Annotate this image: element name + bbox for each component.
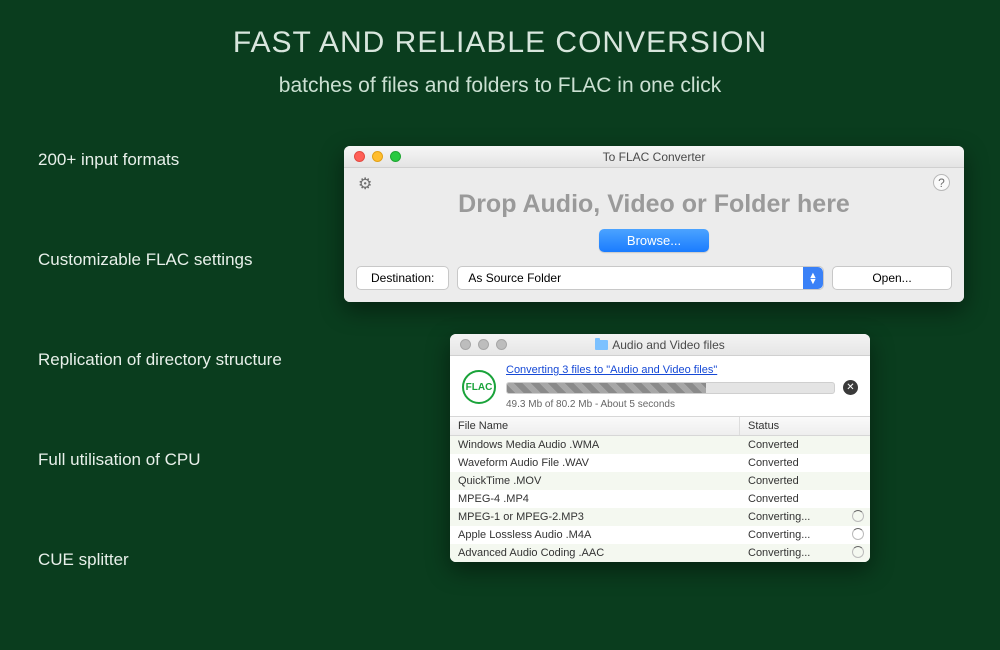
subheadline: batches of files and folders to FLAC in … <box>0 60 1000 98</box>
table-row[interactable]: Apple Lossless Audio .M4AConverting... <box>450 526 870 544</box>
destination-value: As Source Folder <box>468 271 561 285</box>
cell-filename: Waveform Audio File .WAV <box>450 454 740 472</box>
cell-filename: QuickTime .MOV <box>450 472 740 490</box>
titlebar: To FLAC Converter <box>344 146 964 168</box>
spinner-icon <box>852 528 864 540</box>
cell-status: Converting... <box>740 526 870 544</box>
folder-icon <box>595 340 608 350</box>
cell-filename: Windows Media Audio .WMA <box>450 436 740 454</box>
table-row[interactable]: MPEG-4 .MP4Converted <box>450 490 870 508</box>
progress-stats: 49.3 Mb of 80.2 Mb - About 5 seconds <box>506 399 858 410</box>
cancel-icon[interactable]: ✕ <box>843 380 858 395</box>
feature-item: Replication of directory structure <box>38 350 282 370</box>
drop-window: To FLAC Converter ⚙ ? Drop Audio, Video … <box>344 146 964 302</box>
table-body: Windows Media Audio .WMAConvertedWavefor… <box>450 436 870 562</box>
column-status[interactable]: Status <box>740 417 870 435</box>
column-filename[interactable]: File Name <box>450 417 740 435</box>
cell-filename: MPEG-1 or MPEG-2.MP3 <box>450 508 740 526</box>
headline: FAST AND RELIABLE CONVERSION <box>0 0 1000 60</box>
progress-bar <box>506 382 835 394</box>
flac-badge-icon: FLAC <box>462 370 496 404</box>
destination-button[interactable]: Destination: <box>356 266 449 290</box>
table-row[interactable]: Waveform Audio File .WAVConverted <box>450 454 870 472</box>
table-row[interactable]: MPEG-1 or MPEG-2.MP3Converting... <box>450 508 870 526</box>
titlebar: Audio and Video files <box>450 334 870 356</box>
cell-status: Converted <box>740 472 870 490</box>
cell-status: Converting... <box>740 544 870 562</box>
destination-select[interactable]: As Source Folder ▲▼ <box>457 266 824 290</box>
drop-target-label: Drop Audio, Video or Folder here <box>356 176 952 229</box>
feature-item: Full utilisation of CPU <box>38 450 282 470</box>
cell-status: Converted <box>740 490 870 508</box>
feature-item: Customizable FLAC settings <box>38 250 282 270</box>
feature-list: 200+ input formats Customizable FLAC set… <box>38 150 282 650</box>
table-row[interactable]: Windows Media Audio .WMAConverted <box>450 436 870 454</box>
feature-item: CUE splitter <box>38 550 282 570</box>
cell-filename: Advanced Audio Coding .AAC <box>450 544 740 562</box>
table-header: File Name Status <box>450 416 870 436</box>
help-icon[interactable]: ? <box>933 174 950 191</box>
cell-status: Converted <box>740 436 870 454</box>
open-button[interactable]: Open... <box>832 266 952 290</box>
gear-icon[interactable]: ⚙ <box>358 174 372 194</box>
browse-button[interactable]: Browse... <box>599 229 709 252</box>
cell-status: Converted <box>740 454 870 472</box>
cell-filename: Apple Lossless Audio .M4A <box>450 526 740 544</box>
table-row[interactable]: Advanced Audio Coding .AACConverting... <box>450 544 870 562</box>
progress-fill <box>507 383 706 393</box>
feature-item: 200+ input formats <box>38 150 282 170</box>
chevron-updown-icon: ▲▼ <box>803 267 823 289</box>
spinner-icon <box>852 510 864 522</box>
window-title: Audio and Video files <box>450 338 870 352</box>
progress-link[interactable]: Converting 3 files to "Audio and Video f… <box>506 364 717 376</box>
cell-status: Converting... <box>740 508 870 526</box>
window-title: To FLAC Converter <box>344 150 964 164</box>
cell-filename: MPEG-4 .MP4 <box>450 490 740 508</box>
spinner-icon <box>852 546 864 558</box>
table-row[interactable]: QuickTime .MOVConverted <box>450 472 870 490</box>
progress-window: Audio and Video files FLAC Converting 3 … <box>450 334 870 562</box>
